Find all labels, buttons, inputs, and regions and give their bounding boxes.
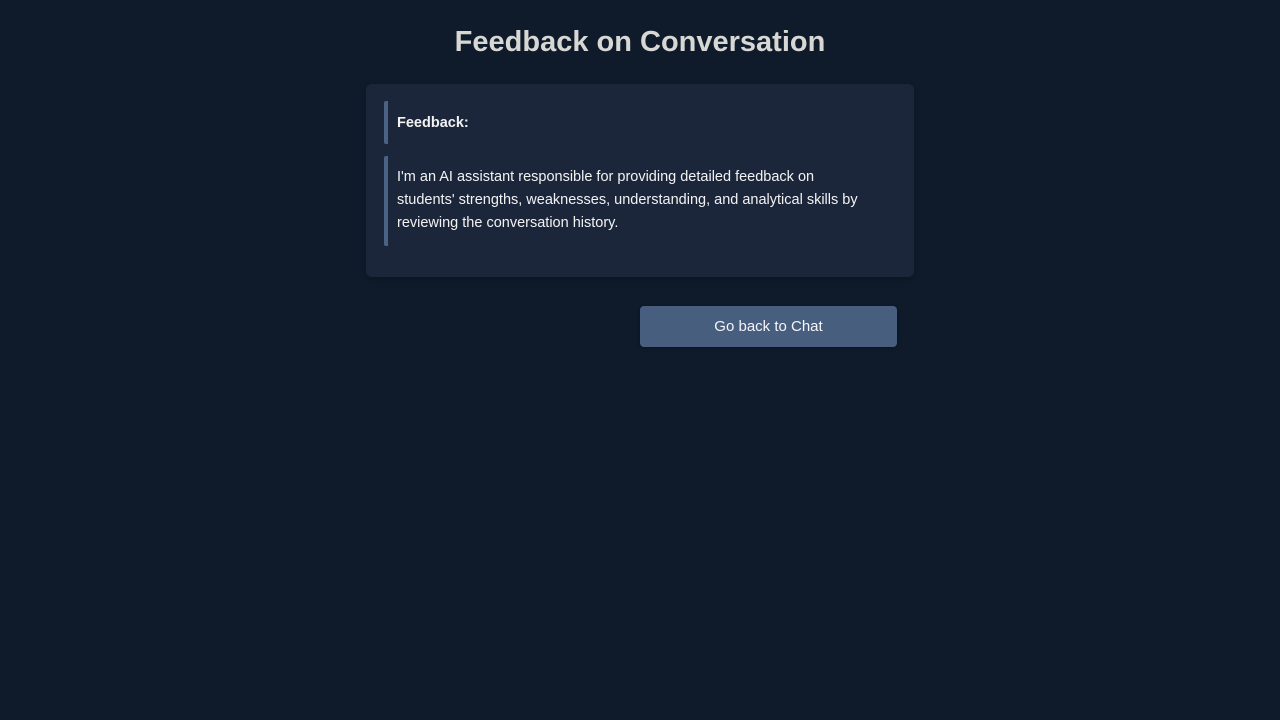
feedback-page: Feedback on Conversation Feedback: I'm a…: [0, 0, 1280, 720]
go-back-to-chat-button[interactable]: Go back to Chat: [640, 306, 897, 347]
feedback-body-text: I'm an AI assistant responsible for prov…: [397, 169, 858, 231]
feedback-card: Feedback: I'm an AI assistant responsibl…: [366, 84, 914, 277]
feedback-heading-block: Feedback:: [384, 101, 877, 144]
feedback-heading: Feedback:: [397, 114, 469, 131]
feedback-body-block: I'm an AI assistant responsible for prov…: [384, 156, 874, 246]
page-title: Feedback on Conversation: [454, 26, 826, 58]
